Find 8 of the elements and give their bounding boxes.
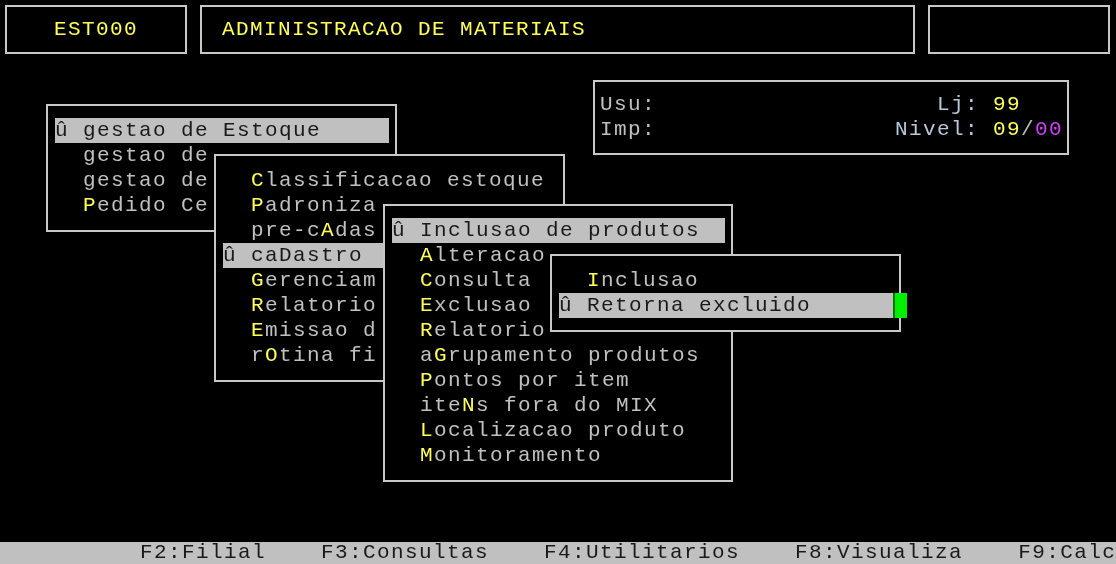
module-title: ADMINISTRACAO DE MATERIAIS [222,17,587,42]
field-label: Imp: [600,117,657,142]
field-label: Usu: [600,92,657,117]
field-label: Lj: [937,92,979,117]
field-label: Nivel: [895,117,979,142]
field-value: 99 [993,92,1022,117]
program-code: EST000 [54,17,138,42]
field-value: 09/00 [993,117,1062,142]
